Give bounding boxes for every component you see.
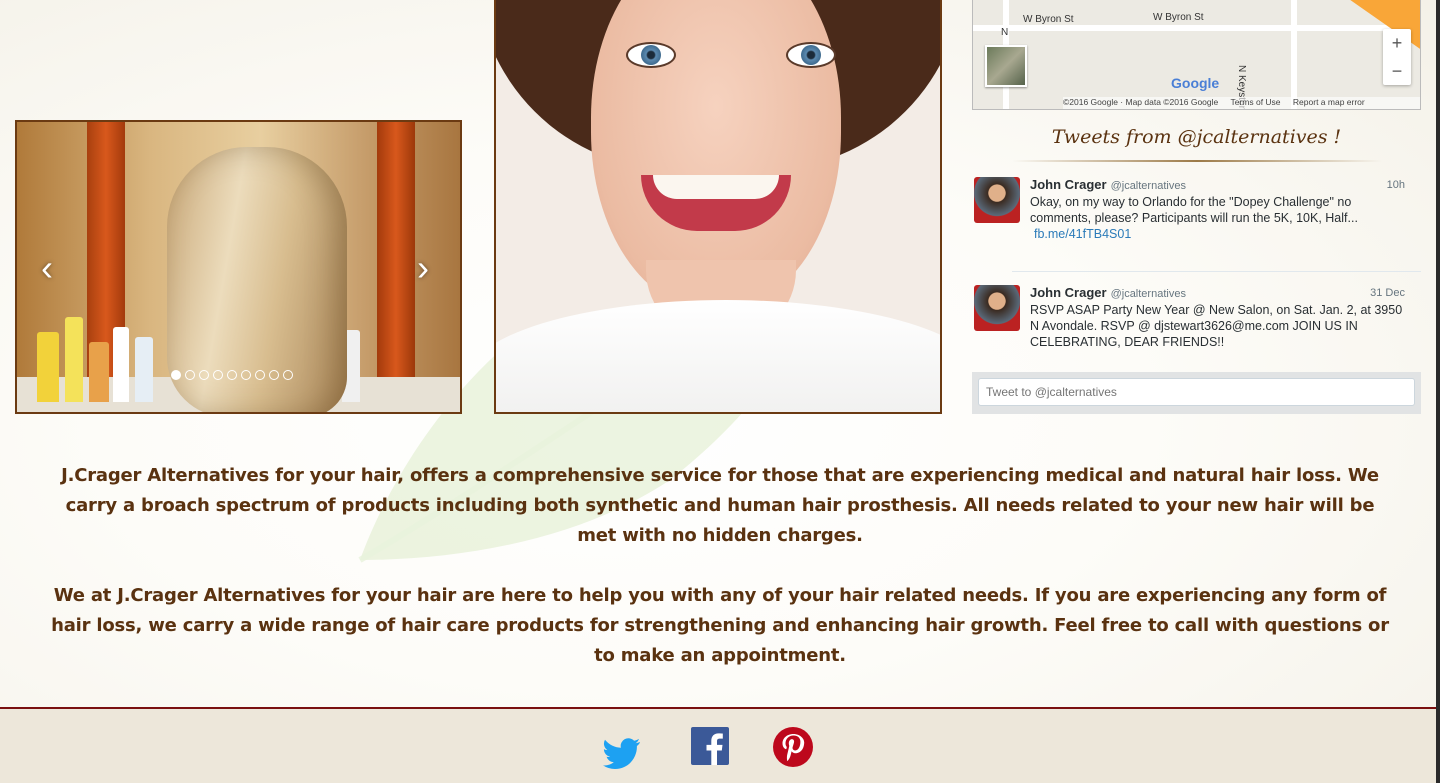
map-terms-link[interactable]: Terms of Use: [1230, 97, 1280, 107]
slider-dot[interactable]: [185, 370, 195, 380]
smiling-woman-photo: [494, 0, 942, 414]
product-bottle: [89, 342, 109, 402]
tweet-author[interactable]: John Crager @jcalternatives: [1030, 285, 1186, 300]
slider-background-pillar: [377, 122, 415, 412]
slider-prev-arrow[interactable]: ‹: [41, 250, 53, 286]
slider-dot[interactable]: [241, 370, 251, 380]
about-text: J.Crager Alternatives for your hair, off…: [50, 461, 1390, 701]
hair-image-slider[interactable]: ‹ ›: [15, 120, 462, 414]
slider-dot[interactable]: [199, 370, 209, 380]
tweet-avatar[interactable]: [974, 285, 1020, 331]
slider-pagination: [171, 370, 293, 380]
product-bottle: [113, 327, 129, 402]
tweet-text: Okay, on my way to Orlando for the "Dope…: [1030, 194, 1408, 242]
product-bottle: [65, 317, 83, 402]
portrait-eye: [786, 42, 836, 68]
zoom-out-button[interactable]: −: [1383, 57, 1411, 85]
about-paragraph: We at J.Crager Alternatives for your hai…: [51, 585, 1389, 666]
tweet-compose-box: [972, 372, 1421, 414]
product-bottle: [135, 337, 153, 402]
product-bottle: [37, 332, 59, 402]
tweet-timestamp[interactable]: 10h: [1387, 179, 1405, 191]
tweet-author-name: John Crager: [1030, 285, 1107, 300]
tweet-compose-input[interactable]: [978, 378, 1415, 406]
tweets-divider: [1012, 160, 1382, 162]
map-zoom-control: + −: [1383, 29, 1411, 85]
twitter-icon[interactable]: [602, 733, 642, 773]
tweets-heading: Tweets from @jcalternatives !: [1051, 126, 1342, 148]
tweet-author-name: John Crager: [1030, 177, 1107, 192]
slider-dot[interactable]: [171, 370, 181, 380]
site-footer: [0, 707, 1436, 783]
map-street-label: W Byron St: [1153, 12, 1204, 23]
tweet-link[interactable]: fb.me/41fTB4S01: [1034, 227, 1131, 241]
tweet-author[interactable]: John Crager @jcalternatives: [1030, 177, 1186, 192]
tweet-item[interactable]: John Crager @jcalternatives 10h Okay, on …: [972, 177, 1421, 267]
map-report-link[interactable]: Report a map error: [1293, 97, 1365, 107]
about-paragraph: J.Crager Alternatives for your hair, off…: [61, 465, 1379, 546]
tweet-item[interactable]: John Crager @jcalternatives 31 Dec RSVP A…: [972, 285, 1421, 365]
map-road: [973, 25, 1420, 31]
tweet-avatar[interactable]: [974, 177, 1020, 223]
google-logo: Google: [1171, 75, 1220, 91]
map-copyright: ©2016 Google · Map data ©2016 Google: [1063, 97, 1219, 107]
tweet-body: Okay, on my way to Orlando for the "Dope…: [1030, 195, 1358, 225]
tweet-author-handle: @jcalternatives: [1110, 180, 1186, 192]
pinterest-icon[interactable]: [773, 727, 813, 767]
tweet-author-handle: @jcalternatives: [1110, 288, 1186, 300]
window-edge: [1436, 0, 1440, 783]
map-satellite-toggle[interactable]: [985, 45, 1027, 87]
slider-dot[interactable]: [283, 370, 293, 380]
slider-dot[interactable]: [269, 370, 279, 380]
portrait-white-robe: [496, 300, 940, 412]
map-street-label: N: [1001, 27, 1009, 38]
zoom-in-button[interactable]: +: [1383, 29, 1411, 57]
map-road: [1291, 0, 1297, 109]
slider-next-arrow[interactable]: ›: [417, 250, 429, 286]
facebook-icon[interactable]: [691, 727, 729, 765]
slider-dot[interactable]: [255, 370, 265, 380]
portrait-eye: [626, 42, 676, 68]
page: ‹ › W Byron St W Byron St N Keystone Ave…: [0, 0, 1440, 783]
slider-dot[interactable]: [213, 370, 223, 380]
tweet-separator: [1012, 271, 1421, 272]
tweet-text: RSVP ASAP Party New Year @ New Salon, on…: [1030, 303, 1403, 349]
map-attribution: ©2016 Google · Map data ©2016 Google Ter…: [1063, 97, 1420, 109]
map-street-label: W Byron St: [1023, 14, 1074, 25]
tweet-timestamp[interactable]: 31 Dec: [1370, 287, 1405, 299]
slider-dot[interactable]: [227, 370, 237, 380]
location-map[interactable]: W Byron St W Byron St N Keystone Ave N G…: [972, 0, 1421, 110]
